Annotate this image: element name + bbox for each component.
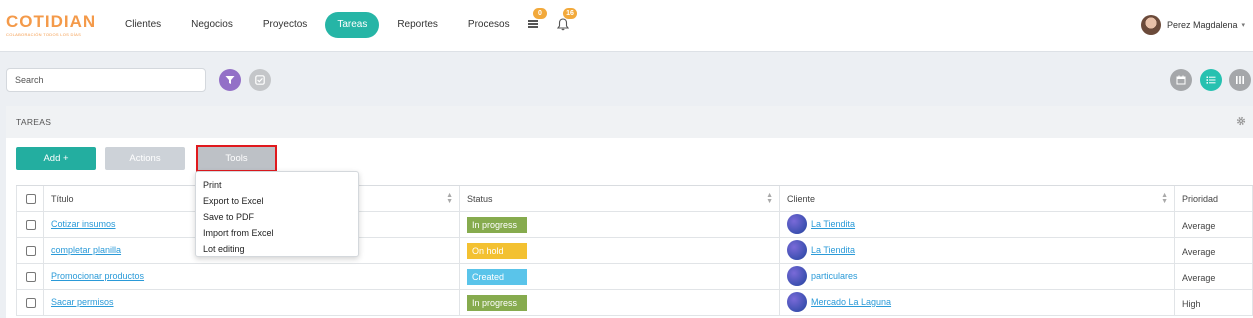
filter-icon [225,76,235,84]
logo-tagline: COLABORACIÓN TODOS LOS DÍAS [6,32,82,37]
logo-brand: COTIDIAN [6,12,97,31]
menu-item-save-pdf[interactable]: Save to PDF [196,209,358,225]
filter-button[interactable] [219,69,241,91]
search-input[interactable] [6,68,206,92]
nav-item-procesos[interactable]: Procesos [456,12,522,38]
client-avatar [787,292,807,312]
messages-count-badge: 0 [533,8,547,19]
tools-dropdown-menu: Print Export to Excel Save to PDF Import… [195,171,359,257]
user-name: Perez Magdalena [1166,20,1238,30]
gear-icon[interactable] [1236,116,1246,129]
panel-title: TAREAS [16,117,52,127]
task-title-link[interactable]: Promocionar productos [51,271,144,281]
select-tasks-button[interactable] [249,69,271,91]
checkbox-icon [255,75,265,85]
columns-icon [1236,76,1244,84]
sort-icon[interactable]: ▲ ▼ [1161,192,1168,205]
client-link[interactable]: Mercado La Laguna [811,297,891,307]
priority-text: Average [1182,247,1216,257]
add-task-button[interactable]: Add + [16,147,96,170]
header-priority-label: Prioridad [1182,194,1219,204]
tasks-panel-header: TAREAS [6,106,1253,138]
priority-text: Average [1182,221,1216,231]
nav-item-clientes[interactable]: Clientes [113,12,173,38]
sort-icon[interactable]: ▲ ▼ [766,192,773,205]
status-badge: Created [467,269,527,285]
actions-button[interactable]: Actions [105,147,185,170]
alerts-count-badge: 16 [563,8,577,19]
status-badge: In progress [467,295,527,311]
main-nav: Clientes Negocios Proyectos Tareas Repor… [113,12,528,38]
user-avatar [1140,15,1161,35]
nav-item-negocios[interactable]: Negocios [179,12,245,38]
table-row: Sacar permisos In progress Mercado La La… [16,290,1253,316]
header-status-label: Status [467,194,493,204]
nav-item-tareas[interactable]: Tareas [325,12,380,38]
client-avatar [787,240,807,260]
client-avatar [787,266,807,286]
inbox-icon [528,20,538,28]
calendar-view-button[interactable] [1170,69,1192,91]
row-checkbox[interactable] [26,220,36,230]
task-title-link[interactable]: Sacar permisos [51,297,114,307]
priority-text: High [1182,299,1201,309]
header-priority[interactable]: Prioridad [1174,186,1253,212]
client-avatar [787,214,807,234]
nav-item-proyectos[interactable]: Proyectos [251,12,319,38]
priority-text: Average [1182,273,1216,283]
select-all-checkbox[interactable] [26,194,36,204]
tools-button[interactable]: Tools [196,145,277,172]
chevron-down-icon: ▾ [1241,22,1245,29]
row-checkbox[interactable] [26,246,36,256]
client-link[interactable]: La Tiendita [811,245,855,255]
list-view-button[interactable] [1200,69,1222,91]
messages-button[interactable]: 0 [526,8,547,31]
calendar-icon [1176,75,1186,85]
header-client[interactable]: Cliente ▲ ▼ [779,186,1174,212]
header-status[interactable]: Status ▲ ▼ [459,186,779,212]
user-menu[interactable]: Perez Magdalena ▾ [1140,13,1245,37]
row-checkbox[interactable] [26,272,36,282]
task-title-link[interactable]: Cotizar insumos [51,219,116,229]
sort-icon[interactable]: ▲ ▼ [446,192,453,205]
app-logo[interactable]: COTIDIAN COLABORACIÓN TODOS LOS DÍAS [6,12,98,38]
menu-item-import-excel[interactable]: Import from Excel [196,225,358,241]
header-client-label: Cliente [787,194,816,204]
menu-item-export-excel[interactable]: Export to Excel [196,193,358,209]
alerts-button[interactable]: 16 [556,8,577,31]
nav-item-reportes[interactable]: Reportes [385,12,450,38]
header-checkbox-cell [16,186,43,212]
status-badge: On hold [467,243,527,259]
client-link[interactable]: particulares [811,271,858,281]
board-view-button[interactable] [1229,69,1251,91]
table-row: Promocionar productos Created particular… [16,264,1253,290]
header-title-label: Título [51,194,74,204]
task-title-link[interactable]: completar planilla [51,245,121,255]
top-navbar: COTIDIAN COLABORACIÓN TODOS LOS DÍAS Cli… [0,0,1253,52]
menu-item-lot-editing[interactable]: Lot editing [196,241,358,257]
list-icon [1206,76,1216,84]
bell-icon [557,18,569,31]
status-badge: In progress [467,217,527,233]
menu-item-print[interactable]: Print [196,177,358,193]
client-link[interactable]: La Tiendita [811,219,855,229]
row-checkbox[interactable] [26,298,36,308]
